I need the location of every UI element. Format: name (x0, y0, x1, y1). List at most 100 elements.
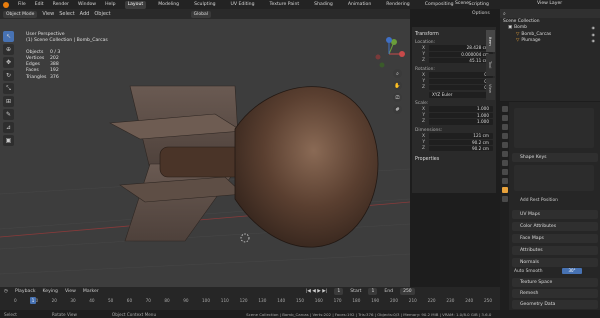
tab-rendering[interactable]: Rendering (383, 1, 412, 9)
menu-add[interactable]: Add (80, 11, 90, 17)
start-frame-field[interactable]: 1 (368, 288, 378, 295)
color-attributes-section[interactable]: Color Attributes (512, 222, 598, 231)
face-maps-section[interactable]: Face Maps (512, 234, 598, 243)
scale-icon[interactable]: ⤡ (3, 83, 14, 94)
texture-space-section[interactable]: Texture Space (512, 278, 598, 287)
play-controls[interactable]: |◀ ◀ ▶ ▶| (306, 289, 328, 294)
annotate-icon[interactable]: ✎ (3, 109, 14, 120)
tab-animation[interactable]: Animation (345, 1, 374, 9)
visibility-eye-icon[interactable]: ◉ (592, 32, 596, 37)
menu-file[interactable]: File (18, 2, 26, 7)
view-layer-selector[interactable]: View Layer (537, 1, 562, 6)
camera-view-icon[interactable]: ⎚ (393, 93, 402, 102)
timeline-ruler[interactable]: 0102030405060708090100110120130140150160… (0, 297, 500, 306)
shape-keys-list[interactable] (514, 165, 594, 191)
menu-window[interactable]: Window (78, 2, 96, 7)
location-y-field[interactable]: 0.000004 cm (429, 51, 493, 58)
scale-z-field[interactable]: 1.000 (429, 119, 493, 125)
outliner-filter-icon[interactable]: ⌕ (503, 11, 506, 17)
tab-tool[interactable]: Tool (486, 54, 495, 76)
timeline-tick-label: 100 (202, 298, 210, 303)
menu-keying[interactable]: Keying (43, 289, 58, 294)
uv-maps-section[interactable]: UV Maps (512, 210, 598, 219)
tab-texture-paint[interactable]: Texture Paint (267, 1, 303, 9)
menu-render[interactable]: Render (53, 2, 69, 7)
tab-uv-editing[interactable]: UV Editing (228, 1, 258, 9)
visibility-eye-icon[interactable]: ◉ (592, 25, 596, 30)
visibility-eye-icon[interactable]: ◉ (592, 38, 596, 43)
render-tab-icon[interactable] (501, 115, 508, 121)
attributes-section[interactable]: Attributes (512, 246, 598, 255)
scene-selector[interactable]: Scene (455, 1, 469, 6)
menu-marker[interactable]: Marker (83, 289, 99, 294)
dimension-y-field[interactable]: 90.2 cm (429, 139, 493, 146)
cursor-icon[interactable]: ⊕ (3, 44, 14, 55)
properties-panel-title[interactable]: Properties (415, 157, 493, 162)
mesh-data-tab-icon[interactable] (501, 187, 508, 193)
pan-hand-icon[interactable]: ✋ (393, 81, 402, 90)
dimension-z-field[interactable]: 90.2 cm (429, 145, 493, 152)
particles-tab-icon[interactable] (501, 169, 508, 175)
material-tab-icon[interactable] (501, 196, 508, 202)
world-tab-icon[interactable] (501, 142, 508, 148)
vertex-groups-list[interactable] (514, 108, 594, 148)
object-tab-icon[interactable] (501, 151, 508, 157)
transform-panel-title[interactable]: Transform (415, 32, 493, 37)
menu-edit[interactable]: Edit (35, 2, 44, 7)
physics-tab-icon[interactable] (501, 178, 508, 184)
rotation-y-field[interactable]: 0° (429, 78, 493, 85)
shape-keys-section[interactable]: Shape Keys (512, 153, 598, 162)
menu-object[interactable]: Object (94, 11, 110, 17)
normals-section[interactable]: Normals (512, 258, 598, 267)
tab-sculpting[interactable]: Sculpting (191, 1, 218, 9)
scale-y-field[interactable]: 1.000 (429, 112, 493, 119)
location-x-field[interactable]: 28.428 cm (429, 45, 493, 51)
outliner-item-plumage[interactable]: ▽ Plumage ◉ (500, 38, 600, 45)
bomb-body (234, 86, 379, 248)
output-tab-icon[interactable] (501, 124, 508, 130)
modifier-tab-icon[interactable] (501, 160, 508, 166)
add-cube-icon[interactable]: ▣ (3, 135, 14, 146)
transform-orientation-dropdown[interactable]: Global (190, 10, 212, 18)
dimension-x-field[interactable]: 121 cm (429, 133, 493, 139)
select-box-icon[interactable]: ↖ (3, 31, 14, 42)
tab-modeling[interactable]: Modeling (155, 1, 182, 9)
auto-smooth-checkbox[interactable]: Auto Smooth (514, 269, 543, 274)
tab-view[interactable]: View (486, 78, 495, 100)
grid-view-icon[interactable]: # (393, 105, 402, 114)
mode-dropdown[interactable]: Object Mode (3, 10, 38, 18)
menu-view[interactable]: View (42, 11, 54, 17)
navigation-gizmo[interactable] (372, 37, 406, 71)
tool-tab-icon[interactable] (501, 106, 508, 112)
menu-select[interactable]: Select (59, 11, 74, 17)
rotate-icon[interactable]: ↻ (3, 70, 14, 81)
transform-icon[interactable]: ⊞ (3, 96, 14, 107)
add-rest-position-checkbox[interactable]: Add Rest Position (520, 198, 558, 203)
blender-logo-icon[interactable] (3, 1, 9, 8)
scene-tab-icon[interactable] (501, 133, 508, 139)
tab-item[interactable]: Item (486, 30, 495, 52)
geometry-data-section[interactable]: Geometry Data (512, 300, 598, 309)
clock-icon[interactable]: ◷ (4, 289, 8, 294)
remesh-section[interactable]: Remesh (512, 289, 598, 298)
current-frame-field[interactable]: 1 (334, 288, 344, 295)
options-menu[interactable]: Options (472, 11, 490, 16)
move-icon[interactable]: ✥ (3, 57, 14, 68)
menu-playback[interactable]: Playback (15, 289, 36, 294)
menu-help[interactable]: Help (105, 2, 115, 7)
rotation-z-field[interactable]: 0° (429, 84, 493, 91)
menu-view[interactable]: View (65, 289, 76, 294)
location-z-field[interactable]: 45.11 cm (429, 57, 493, 64)
end-frame-field[interactable]: 250 (400, 288, 415, 295)
tab-scripting[interactable]: Scripting (466, 1, 492, 9)
scale-x-field[interactable]: 1.000 (429, 106, 493, 112)
measure-icon[interactable]: ⊿ (3, 122, 14, 133)
tab-layout[interactable]: Layout (124, 0, 147, 9)
rotation-mode-dropdown[interactable]: XYZ Euler (429, 92, 493, 98)
auto-smooth-angle-field[interactable]: 30° (562, 268, 582, 274)
playhead-indicator[interactable]: 1 (30, 297, 36, 304)
zoom-icon[interactable]: ⌕ (393, 69, 402, 78)
tab-compositing[interactable]: Compositing (422, 1, 457, 9)
tab-shading[interactable]: Shading (311, 1, 336, 9)
rotation-x-field[interactable]: 0° (429, 72, 493, 78)
